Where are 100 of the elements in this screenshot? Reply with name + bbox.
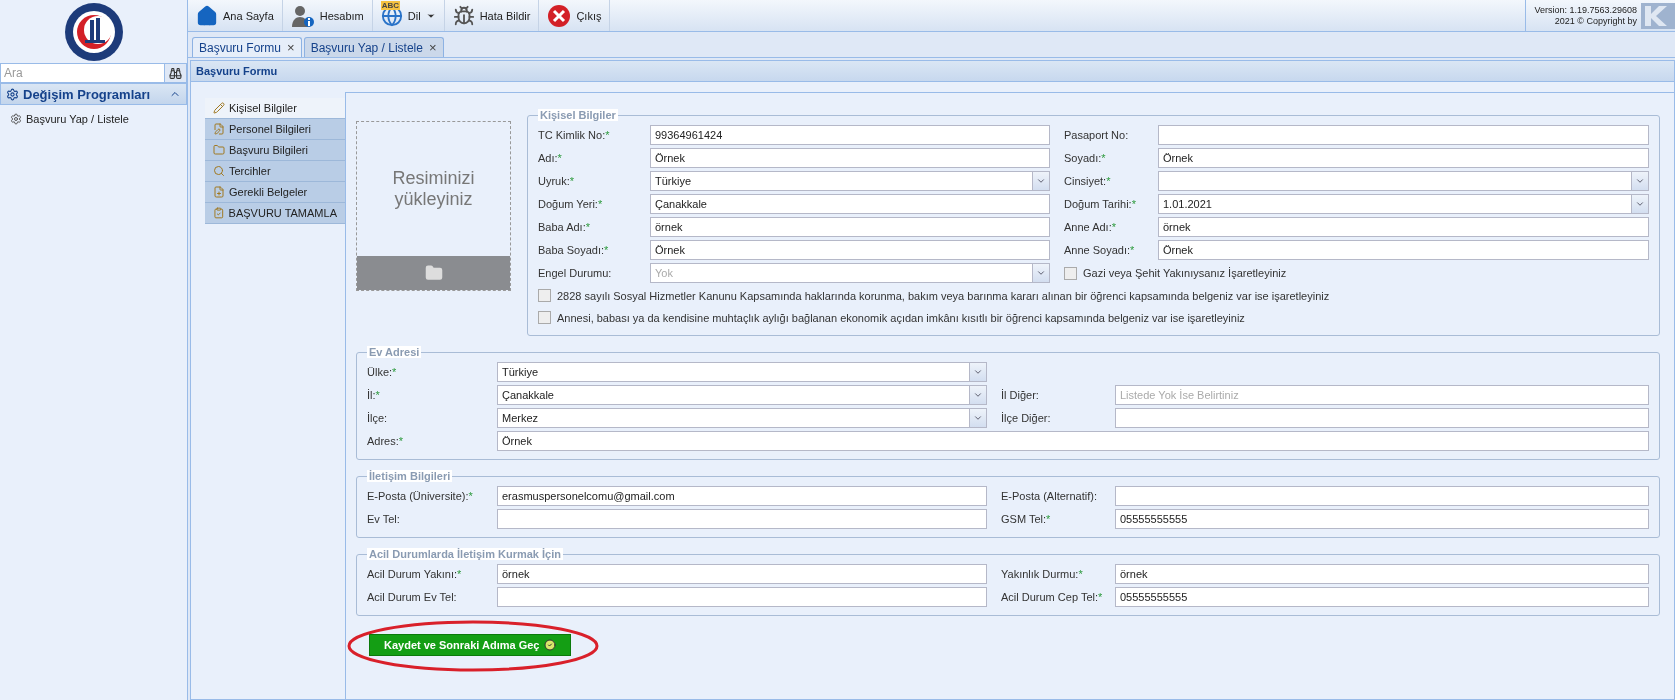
- field-label: Cinsiyet:*: [1063, 175, 1112, 187]
- input-field[interactable]: erasmuspersonelcomu@gmail.com: [497, 486, 987, 506]
- field-label: Anne Soyadı:*: [1063, 244, 1136, 256]
- caret-icon: [1036, 176, 1046, 186]
- checkbox[interactable]: [538, 311, 551, 324]
- dropdown-button[interactable]: [1033, 263, 1050, 283]
- dropdown-button[interactable]: [1632, 171, 1649, 191]
- field-label: Acil Durum Cep Tel:*: [1000, 591, 1104, 603]
- tab-label: Başvuru Formu: [199, 40, 282, 55]
- checkbox-label: 2828 sayılı Sosyal Hizmetler Kanunu Kapsamında haklarında korunma, bakım veya barınma kararı alınan bir öğrenci kapsamında belgeniz var ise işaretleyiniz: [557, 289, 1330, 302]
- field-label: E-Posta (Üniversite):*: [367, 490, 474, 502]
- field-label: Ülke:*: [367, 366, 398, 378]
- upload-button[interactable]: [357, 256, 510, 290]
- field-label: İlçe:: [367, 412, 389, 424]
- input-field[interactable]: [1115, 408, 1649, 428]
- input-field[interactable]: Listede Yok İse Belirtiniz: [1115, 385, 1649, 405]
- tab-close-button[interactable]: ×: [428, 40, 437, 55]
- toolbar-button[interactable]: Hesabım: [282, 0, 373, 31]
- caret-icon: [1036, 268, 1046, 278]
- step-icon: [213, 102, 225, 114]
- input-field[interactable]: Çanakkale: [650, 194, 1050, 214]
- toolbar-button[interactable]: Çıkış: [539, 0, 611, 31]
- dropdown-field[interactable]: [1158, 171, 1632, 191]
- user-info-icon: [290, 3, 315, 28]
- input-field[interactable]: Örnek: [650, 148, 1050, 168]
- sidebar-item[interactable]: Başvuru Yap / Listele: [0, 105, 187, 133]
- input-field[interactable]: örnek: [650, 217, 1050, 237]
- toolbar-button[interactable]: ABC Dil: [372, 0, 445, 31]
- save-next-button[interactable]: Kaydet ve Sonraki Adıma Geç: [369, 634, 571, 656]
- field-label: İlçe Diğer:: [1000, 412, 1052, 424]
- step-tab[interactable]: Başvuru Bilgileri: [205, 140, 345, 161]
- dropdown-button[interactable]: [1632, 194, 1649, 214]
- input-field[interactable]: [1158, 125, 1649, 145]
- dropdown-button[interactable]: [970, 362, 987, 382]
- section-title: Kişisel Bilgiler: [538, 109, 618, 121]
- section-header[interactable]: Değişim Programları: [0, 83, 187, 105]
- tab[interactable]: Başvuru Yap / Listele ×: [303, 37, 444, 57]
- field-label: Ev Tel:: [367, 513, 401, 525]
- step-icon: [213, 123, 225, 135]
- dropdown-field[interactable]: Türkiye: [650, 171, 1033, 191]
- search-field[interactable]: Ara: [0, 63, 165, 83]
- field-label: İl:*: [367, 389, 381, 401]
- tab-label: Başvuru Yap / Listele: [310, 40, 423, 55]
- step-tab[interactable]: Tercihler: [205, 161, 345, 182]
- input-field[interactable]: [1115, 486, 1649, 506]
- toolbar-button[interactable]: Hata Bildir: [444, 0, 540, 31]
- input-field[interactable]: Örnek: [1158, 240, 1649, 260]
- field-label: Anne Adı:*: [1063, 221, 1117, 233]
- field-label: Soyadı:*: [1063, 152, 1107, 164]
- section-title: Ev Adresi: [367, 346, 422, 358]
- field-label: Pasaport No:: [1063, 129, 1130, 141]
- field-label: GSM Tel:*: [1000, 513, 1052, 525]
- field-label: TC Kimlik No:*: [538, 129, 611, 141]
- gear-icon: [10, 113, 22, 125]
- input-field[interactable]: Örnek: [497, 431, 1649, 451]
- input-field[interactable]: örnek: [1158, 217, 1649, 237]
- step-tab[interactable]: BAŞVURU TAMAMLA: [205, 203, 345, 224]
- tab-close-button[interactable]: ×: [287, 40, 295, 55]
- checkbox-label: Gazi veya Şehit Yakınıysanız İşaretleyiniz: [1083, 267, 1287, 279]
- caret-icon: [973, 413, 983, 423]
- input-field[interactable]: [497, 509, 987, 529]
- field-label: Baba Soyadı:*: [538, 244, 610, 256]
- field-label: Uyruk:*: [538, 175, 576, 187]
- checkbox-label: Annesi, babası ya da kendisine muhtaçlık aylığı bağlanan ekonomik açıdan imkânı kısıtlı bir öğrenci kapsamında belgeniz var ise işaretleyiniz: [557, 311, 1245, 324]
- step-tab[interactable]: Personel Bilgileri: [205, 119, 345, 140]
- step-icon: [213, 144, 225, 156]
- abc-badge: ABC: [380, 0, 401, 10]
- step-tab[interactable]: Kişisel Bilgiler: [205, 98, 345, 119]
- toolbar-button[interactable]: Ana Sayfa: [188, 0, 283, 31]
- input-field[interactable]: örnek: [1115, 564, 1649, 584]
- dropdown-button[interactable]: [970, 408, 987, 428]
- gear-icon: [6, 87, 19, 101]
- input-field[interactable]: 99364961424: [650, 125, 1050, 145]
- step-icon: [213, 207, 225, 219]
- input-field[interactable]: 05555555555: [1115, 587, 1649, 607]
- field-label: Adı:*: [538, 152, 563, 164]
- field-label: Engel Durumu:: [538, 267, 613, 279]
- input-field[interactable]: örnek: [497, 564, 987, 584]
- panel-title: Başvuru Formu: [191, 61, 1674, 82]
- step-tab[interactable]: Gerekli Belgeler: [205, 182, 345, 203]
- close-icon: [547, 3, 572, 28]
- field-label: İl Diğer:: [1000, 389, 1040, 401]
- dropdown-field[interactable]: Merkez: [497, 408, 970, 428]
- dropdown-field[interactable]: Türkiye: [497, 362, 970, 382]
- input-field[interactable]: Örnek: [650, 240, 1050, 260]
- version-text: Version: 1.19.7563.29608 2021 © Copyright by: [1534, 4, 1637, 27]
- search-button[interactable]: [165, 63, 187, 83]
- tab[interactable]: Başvuru Formu ×: [192, 37, 302, 57]
- field-label: Baba Adı:*: [538, 221, 591, 233]
- checkbox[interactable]: [538, 289, 551, 302]
- binoculars-icon: [169, 66, 182, 80]
- dropdown-button[interactable]: [1033, 171, 1050, 191]
- dropdown-field[interactable]: Çanakkale: [497, 385, 970, 405]
- input-field[interactable]: Örnek: [1158, 148, 1649, 168]
- checkbox[interactable]: [1064, 266, 1077, 280]
- dropdown-field[interactable]: 1.01.2021: [1158, 194, 1632, 214]
- input-field[interactable]: 05555555555: [1115, 509, 1649, 529]
- input-field[interactable]: [497, 587, 987, 607]
- caret-icon: [973, 367, 983, 377]
- dropdown-button[interactable]: [970, 385, 987, 405]
